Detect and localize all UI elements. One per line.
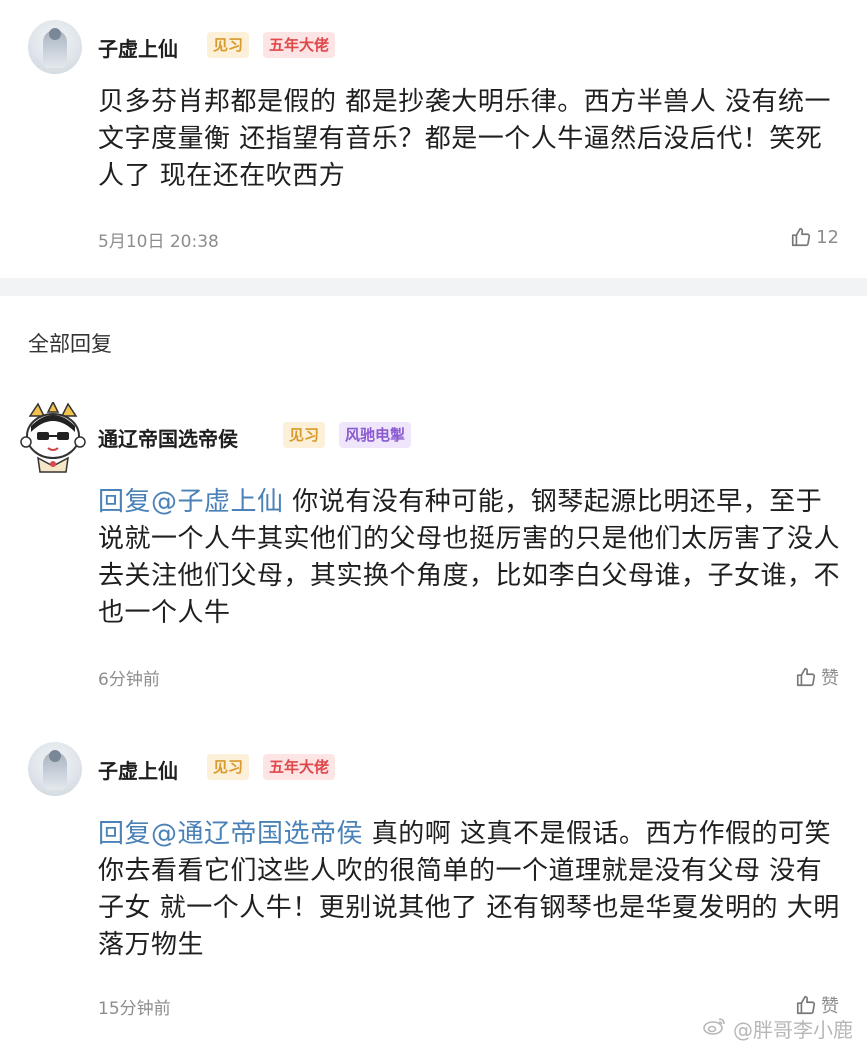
main-comment: 子虚上仙 见习 五年大佬 贝多芬肖邦都是假的 都是抄袭大明乐律。西方半兽人 没有… bbox=[0, 0, 867, 278]
avatar[interactable] bbox=[28, 20, 82, 74]
reply-mention-link[interactable]: 回复@通辽帝国选帝侯 bbox=[98, 819, 363, 849]
reply-text-block: 回复@子虚上仙 你说有没有种可能，钢琴起源比明还早，至于说就一个人牛其实他们的父… bbox=[98, 484, 843, 632]
avatar[interactable] bbox=[28, 742, 82, 796]
title-badge: 五年大佬 bbox=[263, 32, 336, 58]
timestamp: 6分钟前 bbox=[98, 670, 160, 690]
username[interactable]: 子虚上仙 bbox=[98, 33, 178, 62]
reply-item: 子虚上仙 见习 五年大佬 回复@通辽帝国选帝侯 真的啊 这真不是假话。西方作假的… bbox=[0, 722, 867, 1022]
timestamp: 5月10日 20:38 bbox=[98, 232, 219, 252]
reply-mention-link[interactable]: 回复@子虚上仙 bbox=[98, 487, 284, 517]
section-divider bbox=[0, 278, 867, 296]
level-badge: 见习 bbox=[207, 754, 250, 780]
username[interactable]: 通辽帝国选帝侯 bbox=[98, 423, 238, 452]
level-badge: 见习 bbox=[283, 422, 326, 448]
reply-item: 通辽帝国选帝侯 见习 风驰电掣 回复@子虚上仙 你说有没有种可能，钢琴起源比明还… bbox=[0, 390, 867, 710]
level-badge: 见习 bbox=[207, 32, 250, 58]
like-button[interactable]: 赞 bbox=[795, 664, 839, 690]
watermark-text: @胖哥李小鹿 bbox=[733, 1018, 853, 1042]
reply-text-block: 回复@通辽帝国选帝侯 真的啊 这真不是假话。西方作假的可笑 你去看看它们这些人吹… bbox=[98, 816, 843, 964]
thumbs-up-icon bbox=[795, 994, 817, 1016]
like-label: 赞 bbox=[821, 668, 839, 689]
title-badge: 五年大佬 bbox=[263, 754, 336, 780]
timestamp: 15分钟前 bbox=[98, 999, 171, 1019]
comment-text: 贝多芬肖邦都是假的 都是抄袭大明乐律。西方半兽人 没有统一文字度量衡 还指望有音… bbox=[98, 87, 832, 191]
watermark: @胖哥李小鹿 bbox=[703, 1014, 853, 1043]
username[interactable]: 子虚上仙 bbox=[98, 755, 178, 784]
section-title: 全部回复 bbox=[28, 332, 112, 356]
thumbs-up-icon bbox=[795, 666, 817, 688]
like-count: 12 bbox=[816, 226, 839, 248]
weibo-icon bbox=[703, 1016, 727, 1041]
thumbs-up-icon bbox=[790, 226, 812, 248]
avatar[interactable] bbox=[18, 400, 88, 473]
title-badge: 风驰电掣 bbox=[339, 422, 412, 448]
like-button[interactable]: 12 bbox=[790, 226, 839, 248]
